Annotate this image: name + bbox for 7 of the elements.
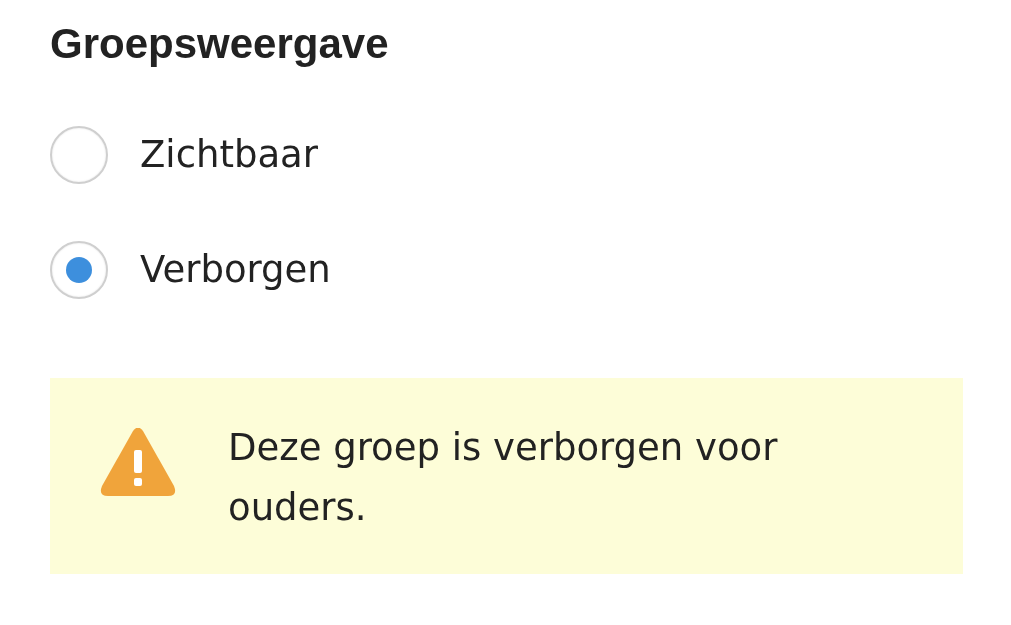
notice-text: Deze groep is verborgen voor ouders.	[228, 425, 779, 531]
radio-label[interactable]: Verborgen	[140, 247, 331, 293]
section-title: Groepsweergave	[50, 19, 389, 69]
radio-button[interactable]	[50, 241, 108, 299]
radio-label[interactable]: Zichtbaar	[140, 132, 318, 178]
radio-button[interactable]	[50, 126, 108, 184]
warning-icon	[100, 428, 176, 497]
